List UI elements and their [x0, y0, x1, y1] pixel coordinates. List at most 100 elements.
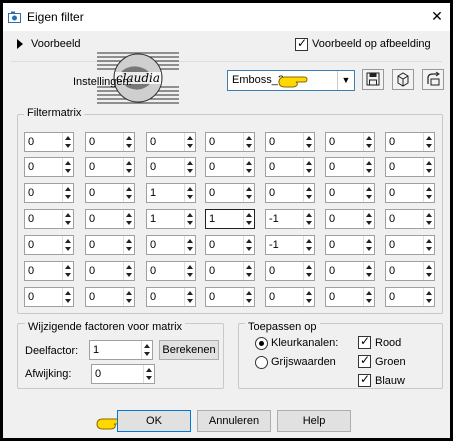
matrix-cell[interactable]: 0 — [385, 209, 435, 229]
spin-arrows-icon[interactable] — [423, 288, 434, 306]
spin-arrows-icon[interactable] — [243, 184, 254, 202]
spin-arrows-icon[interactable] — [363, 210, 374, 228]
compute-button[interactable]: Berekenen — [159, 340, 219, 360]
spin-arrows-icon[interactable] — [184, 262, 195, 280]
ok-button[interactable]: OK — [117, 410, 191, 432]
matrix-cell[interactable]: 0 — [325, 287, 375, 307]
matrix-cell[interactable]: 0 — [385, 235, 435, 255]
matrix-cell[interactable]: 0 — [85, 261, 135, 281]
divisor-stepper[interactable]: 1 — [89, 340, 153, 360]
matrix-cell[interactable]: 0 — [385, 261, 435, 281]
spin-arrows-icon[interactable] — [243, 158, 254, 176]
matrix-cell[interactable]: 0 — [146, 132, 196, 152]
spin-arrows-icon[interactable] — [123, 184, 134, 202]
spin-arrows-icon[interactable] — [363, 236, 374, 254]
spin-arrows-icon[interactable] — [423, 133, 434, 151]
matrix-cell[interactable]: 0 — [325, 235, 375, 255]
spin-arrows-icon[interactable] — [123, 262, 134, 280]
save-preset-button[interactable] — [362, 69, 384, 90]
spin-arrows-icon[interactable] — [123, 236, 134, 254]
spin-arrows-icon[interactable] — [62, 210, 73, 228]
matrix-cell[interactable]: 0 — [24, 235, 74, 255]
matrix-cell[interactable]: 0 — [385, 157, 435, 177]
spin-arrows-icon[interactable] — [123, 133, 134, 151]
spin-arrows-icon[interactable] — [62, 236, 73, 254]
spin-arrows-icon[interactable] — [303, 262, 314, 280]
spin-arrows-icon[interactable] — [123, 158, 134, 176]
matrix-cell[interactable]: 0 — [205, 183, 255, 203]
spin-arrows-icon[interactable] — [62, 262, 73, 280]
matrix-cell[interactable]: -1 — [265, 209, 315, 229]
spin-arrows-icon[interactable] — [363, 158, 374, 176]
spin-arrows-icon[interactable] — [363, 184, 374, 202]
color-channels-radio[interactable] — [255, 337, 268, 350]
spin-arrows-icon[interactable] — [303, 288, 314, 306]
spin-arrows-icon[interactable] — [423, 210, 434, 228]
reset-preset-button[interactable] — [422, 69, 444, 90]
spin-arrows-icon[interactable] — [243, 236, 254, 254]
matrix-cell[interactable]: 0 — [146, 261, 196, 281]
load-preset-button[interactable] — [392, 69, 414, 90]
matrix-cell[interactable]: 0 — [385, 183, 435, 203]
matrix-cell[interactable]: 0 — [265, 157, 315, 177]
spin-arrows-icon[interactable] — [62, 158, 73, 176]
matrix-cell[interactable]: 0 — [146, 287, 196, 307]
matrix-cell[interactable]: 0 — [85, 157, 135, 177]
matrix-cell[interactable]: 0 — [205, 132, 255, 152]
blue-channel-label[interactable]: Blauw — [375, 375, 405, 387]
spin-arrows-icon[interactable] — [184, 288, 195, 306]
matrix-cell[interactable]: 0 — [146, 235, 196, 255]
spin-arrows-icon[interactable] — [243, 133, 254, 151]
matrix-cell[interactable]: 1 — [146, 183, 196, 203]
matrix-cell[interactable]: 0 — [205, 287, 255, 307]
matrix-cell[interactable]: 1 — [146, 209, 196, 229]
matrix-cell[interactable]: 0 — [265, 132, 315, 152]
blue-channel-checkbox[interactable] — [358, 372, 371, 387]
matrix-cell[interactable]: 0 — [385, 287, 435, 307]
spin-arrows-icon[interactable] — [303, 133, 314, 151]
spin-arrows-icon[interactable] — [143, 365, 154, 383]
green-channel-label[interactable]: Groen — [375, 356, 406, 368]
matrix-cell[interactable]: 0 — [265, 287, 315, 307]
matrix-cell[interactable]: 0 — [24, 209, 74, 229]
dropdown-arrow-icon[interactable]: ▼ — [337, 71, 354, 90]
spin-arrows-icon[interactable] — [303, 236, 314, 254]
spin-arrows-icon[interactable] — [62, 133, 73, 151]
matrix-cell[interactable]: 0 — [24, 157, 74, 177]
grayscale-radio[interactable] — [255, 356, 268, 369]
matrix-cell[interactable]: 0 — [325, 157, 375, 177]
spin-arrows-icon[interactable] — [184, 184, 195, 202]
matrix-cell[interactable]: 0 — [325, 209, 375, 229]
spin-arrows-icon[interactable] — [123, 210, 134, 228]
red-channel-checkbox[interactable] — [358, 334, 371, 349]
color-channels-label[interactable]: Kleurkanalen: — [271, 337, 338, 349]
spin-arrows-icon[interactable] — [243, 262, 254, 280]
matrix-cell[interactable]: 0 — [24, 183, 74, 203]
matrix-cell[interactable]: 1 — [205, 209, 255, 229]
spin-arrows-icon[interactable] — [423, 262, 434, 280]
spin-arrows-icon[interactable] — [243, 210, 254, 228]
spin-arrows-icon[interactable] — [363, 262, 374, 280]
preview-on-image-label[interactable]: Voorbeeld op afbeelding — [312, 38, 431, 50]
matrix-cell[interactable]: 0 — [325, 183, 375, 203]
matrix-cell[interactable]: -1 — [265, 235, 315, 255]
expand-arrow-icon[interactable] — [17, 39, 23, 49]
matrix-cell[interactable]: 0 — [265, 183, 315, 203]
matrix-cell[interactable]: 0 — [24, 132, 74, 152]
cancel-button[interactable]: Annuleren — [197, 410, 271, 432]
spin-arrows-icon[interactable] — [423, 158, 434, 176]
spin-arrows-icon[interactable] — [123, 288, 134, 306]
spin-arrows-icon[interactable] — [363, 133, 374, 151]
spin-arrows-icon[interactable] — [184, 210, 195, 228]
matrix-cell[interactable]: 0 — [24, 287, 74, 307]
spin-arrows-icon[interactable] — [184, 236, 195, 254]
spin-arrows-icon[interactable] — [243, 288, 254, 306]
spin-arrows-icon[interactable] — [423, 184, 434, 202]
preview-on-image-checkbox[interactable] — [295, 36, 308, 51]
spin-arrows-icon[interactable] — [303, 184, 314, 202]
spin-arrows-icon[interactable] — [303, 210, 314, 228]
matrix-cell[interactable]: 0 — [85, 132, 135, 152]
matrix-cell[interactable]: 0 — [205, 261, 255, 281]
spin-arrows-icon[interactable] — [423, 236, 434, 254]
matrix-cell[interactable]: 0 — [85, 183, 135, 203]
